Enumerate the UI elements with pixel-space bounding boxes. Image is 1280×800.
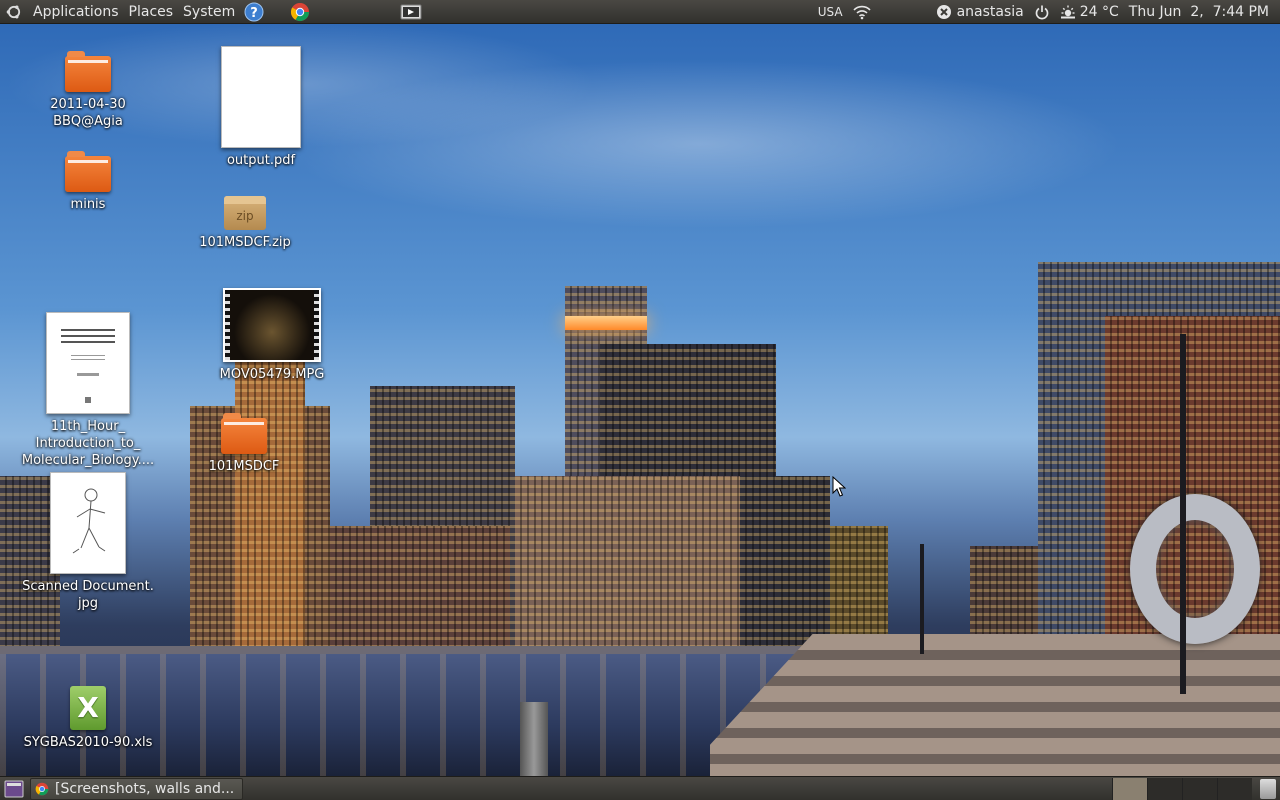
bottom-panel: [Screenshots, walls and... [0, 776, 1280, 800]
desktop-icon-folder-minis[interactable]: minis [38, 151, 138, 213]
ring-sculpture [1130, 494, 1260, 644]
top-panel: Applications Places System ? USA anastas… [0, 0, 1280, 24]
taskbar-item-browser[interactable]: [Screenshots, walls and... [30, 777, 244, 800]
lamp-post [920, 544, 924, 654]
folder-icon [221, 413, 267, 454]
thumbnail-text-lines [85, 397, 91, 403]
clock[interactable]: Thu Jun 2, 7:44 PM [1129, 4, 1269, 20]
chrome-launcher-icon[interactable] [290, 2, 310, 22]
menu-places[interactable]: Places [124, 0, 179, 24]
icon-label: 2011-04-30 BBQ@Agia [50, 97, 126, 129]
icon-label: Scanned Document. jpg [22, 579, 154, 611]
ubuntu-logo-icon[interactable] [6, 4, 22, 20]
workspace-2[interactable] [1147, 777, 1182, 800]
keyboard-layout-indicator[interactable]: USA [818, 5, 843, 19]
help-icon[interactable]: ? [244, 2, 264, 22]
icon-label: minis [70, 197, 106, 212]
document-thumbnail-icon [46, 312, 130, 414]
desktop-wallpaper [0, 24, 1280, 776]
lamp-post [1180, 334, 1186, 694]
screenshot-launcher-icon[interactable] [400, 3, 422, 21]
weather-temperature: 24 °C [1079, 3, 1119, 20]
icon-label: 11th_Hour_ Introduction_to_ Molecular_Bi… [21, 419, 155, 468]
thumbnail-text-lines [61, 329, 115, 343]
icon-label: 101MSDCF.zip [199, 235, 291, 250]
taskbar-item-label: [Screenshots, walls and... [55, 780, 235, 797]
weather-sun-icon [1060, 4, 1076, 20]
desktop-icon-molecular-biology[interactable]: 11th_Hour_ Introduction_to_ Molecular_Bi… [16, 312, 160, 469]
user-status-icon [936, 4, 952, 20]
pier-post [520, 702, 548, 776]
chrome-icon [35, 782, 49, 796]
desktop-icon-folder-101msdcf[interactable]: 101MSDCF [196, 413, 292, 475]
image-thumbnail-icon [50, 472, 126, 574]
weather-indicator[interactable]: 24 °C [1060, 4, 1119, 20]
folder-icon [65, 151, 111, 192]
user-name: anastasia [956, 3, 1024, 20]
desktop-icon-video[interactable]: MOV05479.MPG [214, 288, 330, 383]
menu-applications[interactable]: Applications [28, 0, 124, 24]
zip-archive-icon: zip [224, 196, 266, 230]
desktop-icon-output-pdf[interactable]: output.pdf [206, 46, 316, 169]
workspace-1[interactable] [1112, 777, 1147, 800]
desktop-icon-spreadsheet[interactable]: X SYGBAS2010-90.xls [20, 686, 156, 751]
pdf-thumbnail-icon [221, 46, 301, 148]
user-menu[interactable]: anastasia [936, 4, 1024, 20]
trash-icon[interactable] [1260, 778, 1276, 799]
stone-steps [710, 634, 1280, 776]
power-icon[interactable] [1034, 4, 1050, 20]
spreadsheet-icon: X [70, 686, 106, 730]
icon-label: MOV05479.MPG [219, 367, 325, 382]
tower-light [565, 316, 647, 330]
workspace-4[interactable] [1217, 777, 1252, 800]
workspace-switcher [1112, 777, 1252, 800]
desktop-icon-scanned-document[interactable]: Scanned Document. jpg [20, 472, 156, 612]
video-thumbnail-icon [223, 288, 321, 362]
desktop-icon-zip[interactable]: zip 101MSDCF.zip [192, 196, 298, 251]
workspace-3[interactable] [1182, 777, 1217, 800]
folder-icon [65, 51, 111, 92]
thumbnail-text-lines [71, 355, 105, 363]
icon-label: 101MSDCF [208, 459, 280, 474]
sketch-drawing [72, 488, 106, 554]
icon-label: output.pdf [226, 153, 296, 168]
wifi-icon[interactable] [853, 4, 871, 20]
thumbnail-text-lines [77, 373, 99, 376]
show-desktop-icon[interactable] [4, 780, 24, 798]
icon-label: SYGBAS2010-90.xls [23, 735, 153, 750]
menu-system[interactable]: System [178, 0, 240, 24]
svg-text:?: ? [250, 6, 258, 21]
mouse-cursor-icon [832, 476, 846, 497]
desktop-icon-folder-bbq[interactable]: 2011-04-30 BBQ@Agia [38, 51, 138, 130]
